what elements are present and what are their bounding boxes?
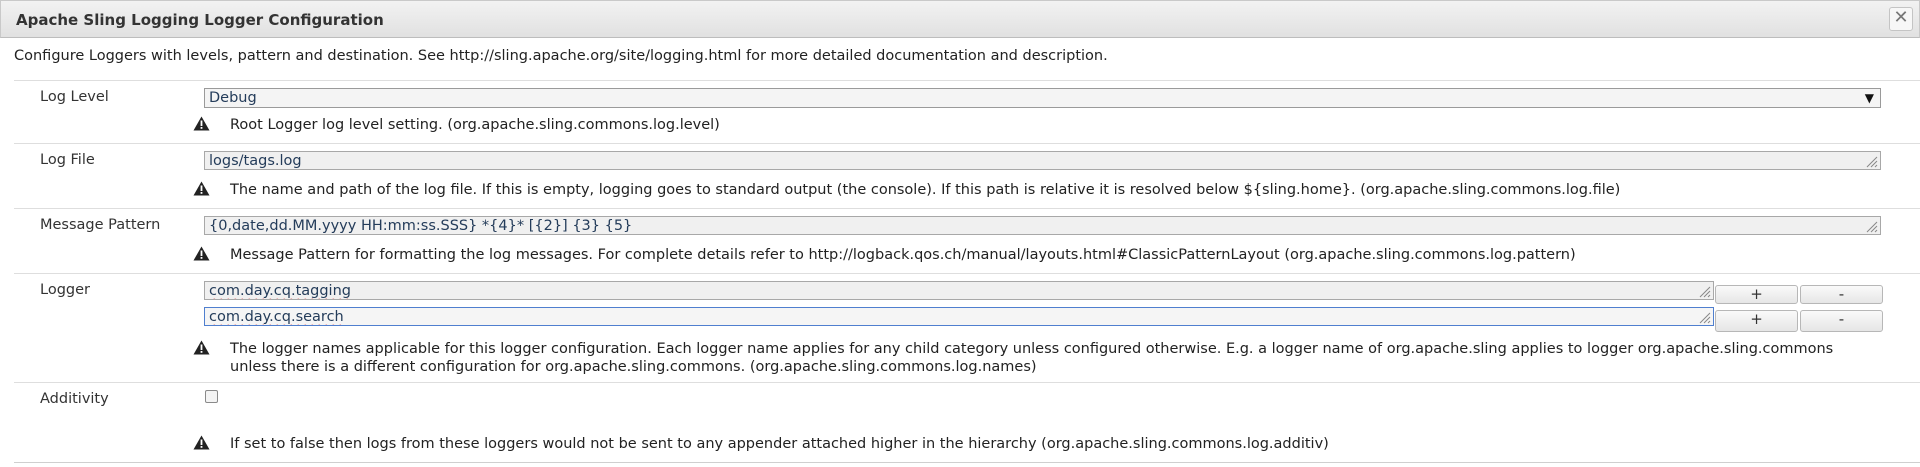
warning-icon (193, 435, 210, 450)
add-logger-button-1[interactable]: + (1715, 285, 1798, 304)
logger-value-1: com.day.cq.tagging (209, 283, 351, 299)
additivity-label: Additivity (40, 391, 109, 407)
resize-grip-icon[interactable] (1864, 154, 1878, 168)
message-pattern-value: {0,date,dd.MM.yyyy HH:mm:ss.SSS} *{4}* [… (209, 218, 633, 234)
message-pattern-input[interactable]: {0,date,dd.MM.yyyy HH:mm:ss.SSS} *{4}* [… (204, 216, 1881, 235)
resize-grip-icon[interactable] (1697, 310, 1711, 324)
dialog-titlebar: Apache Sling Logging Logger Configuratio… (0, 0, 1920, 38)
remove-logger-button-1[interactable]: - (1800, 285, 1883, 304)
resize-grip-icon[interactable] (1697, 284, 1711, 298)
warning-icon (193, 181, 210, 196)
resize-grip-icon[interactable] (1864, 219, 1878, 233)
dialog-title: Apache Sling Logging Logger Configuratio… (16, 11, 384, 29)
warning-icon (193, 116, 210, 131)
message-pattern-label: Message Pattern (40, 217, 161, 233)
log-file-value: logs/tags.log (209, 153, 302, 169)
add-logger-button-2[interactable]: + (1715, 310, 1798, 332)
log-level-hint: Root Logger log level setting. (org.apac… (230, 117, 720, 133)
log-file-hint: The name and path of the log file. If th… (230, 182, 1621, 198)
logger-label: Logger (40, 282, 90, 298)
warning-icon (193, 246, 210, 261)
log-level-value: Debug (209, 90, 257, 106)
logger-hint-line2: unless there is a different configuratio… (230, 359, 1037, 375)
warning-icon (193, 340, 210, 355)
logger-input-2[interactable]: com.day.cq.search (204, 307, 1714, 326)
close-icon[interactable]: ✕ (1889, 7, 1913, 31)
log-level-select[interactable]: Debug ▼ (204, 88, 1881, 108)
log-file-input[interactable]: logs/tags.log (204, 151, 1881, 170)
dialog-bottom-divider (14, 462, 1920, 463)
logger-input-1[interactable]: com.day.cq.tagging (204, 281, 1714, 300)
chevron-down-icon: ▼ (1864, 91, 1874, 105)
dialog-description: Configure Loggers with levels, pattern a… (14, 48, 1108, 64)
log-level-label: Log Level (40, 89, 109, 105)
logger-value-2: com.day.cq.search (209, 309, 344, 325)
remove-logger-button-2[interactable]: - (1800, 310, 1883, 332)
log-file-label: Log File (40, 152, 95, 168)
additivity-checkbox[interactable] (205, 390, 218, 403)
logger-hint-line1: The logger names applicable for this log… (230, 341, 1834, 357)
additivity-hint: If set to false then logs from these log… (230, 436, 1329, 452)
message-pattern-hint: Message Pattern for formatting the log m… (230, 247, 1576, 263)
